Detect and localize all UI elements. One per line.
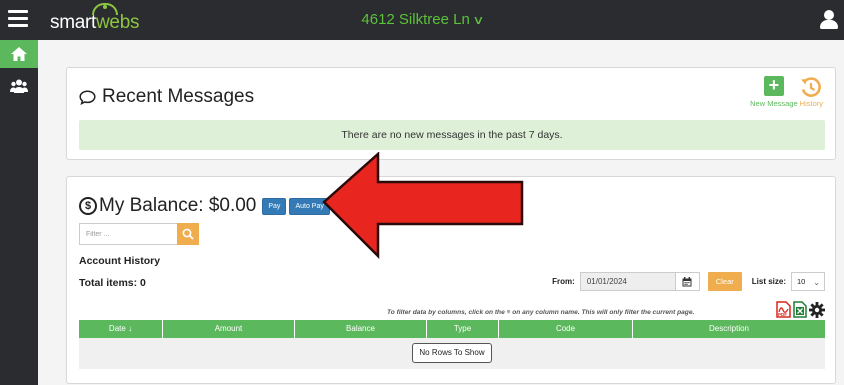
chevron-down-icon: ∨ [472, 13, 485, 27]
users-icon [10, 79, 28, 93]
messages-notice: There are no new messages in the past 7 … [79, 120, 825, 150]
sidebar-item-home[interactable] [0, 40, 38, 68]
calendar-button[interactable] [675, 272, 700, 291]
message-actions: + New Message History [750, 76, 823, 109]
grid-body: No Rows To Show [79, 338, 825, 369]
balance-title: My Balance: $0.00 [99, 195, 257, 216]
top-bar: smartwebs 4612 Silktree Ln ∨ [0, 0, 844, 40]
calendar-icon [682, 276, 692, 286]
clear-button[interactable]: Clear [707, 272, 742, 291]
column-date-label: Date [108, 324, 126, 333]
new-message-label: New Message [750, 99, 798, 108]
chevron-down-icon: ⌄ [813, 278, 820, 287]
speech-bubble-icon [79, 89, 96, 105]
sidebar [0, 40, 38, 385]
pdf-export-icon[interactable]: PDF [776, 301, 791, 318]
property-address: 4612 Silktree Ln [361, 11, 470, 28]
svg-text:PDF: PDF [778, 312, 787, 317]
column-header-type[interactable]: Type [427, 320, 499, 338]
list-size-select[interactable]: 10 ⌄ [791, 272, 825, 291]
from-label: From: [552, 277, 575, 286]
search-icon [182, 228, 194, 240]
red-annotation-arrow [322, 152, 524, 260]
column-header-date[interactable]: Date ↓ [79, 320, 163, 338]
filter-hint-text: To filter data by columns, click on the … [387, 309, 695, 316]
recent-messages-card: Recent Messages + New Message History Th… [66, 67, 836, 160]
export-icons: PDF [776, 301, 825, 318]
history-icon [801, 77, 822, 97]
sidebar-item-users[interactable] [0, 72, 38, 100]
from-date-input[interactable]: 01/01/2024 [579, 272, 676, 291]
column-header-code[interactable]: Code [499, 320, 633, 338]
sort-down-icon: ↓ [128, 324, 133, 333]
column-header-balance[interactable]: Balance [295, 320, 427, 338]
list-size-value: 10 [797, 277, 806, 286]
column-header-amount[interactable]: Amount [163, 320, 295, 338]
excel-export-icon[interactable] [793, 301, 807, 318]
no-rows-overlay: No Rows To Show [412, 343, 492, 363]
dollar-circle-icon: $ [79, 197, 97, 215]
balance-heading: $ My Balance: $0.00 Pay Auto Pay [79, 195, 330, 217]
recent-messages-heading: Recent Messages [79, 86, 254, 108]
pay-button[interactable]: Pay [262, 197, 287, 215]
column-header-description[interactable]: Description [633, 320, 825, 338]
gear-icon[interactable] [809, 301, 825, 318]
recent-messages-title: Recent Messages [102, 86, 255, 107]
history-button[interactable]: History [800, 76, 823, 108]
property-selector[interactable]: 4612 Silktree Ln ∨ [0, 11, 844, 28]
home-icon [11, 47, 27, 61]
account-history-label: Account History [79, 255, 161, 267]
total-items-label: Total items: 0 [79, 277, 146, 289]
list-size-label: List size: [751, 277, 786, 286]
history-label: History [799, 99, 823, 108]
filter-group [79, 223, 199, 245]
filter-input[interactable] [79, 223, 177, 245]
user-profile-icon[interactable] [820, 10, 838, 30]
date-filter-row: From: 01/01/2024 Clear List size: 10 ⌄ [552, 272, 825, 291]
plus-icon: + [763, 76, 784, 96]
grid-header: Date ↓ Amount Balance Type Code Descript… [79, 320, 825, 338]
new-message-button[interactable]: + New Message [750, 76, 798, 109]
search-button[interactable] [177, 223, 199, 245]
